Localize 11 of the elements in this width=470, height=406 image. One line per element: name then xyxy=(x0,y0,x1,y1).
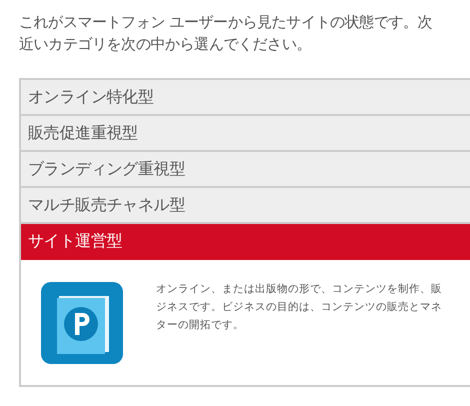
category-item[interactable]: ブランディング重視型 xyxy=(21,152,470,188)
intro-text: 近いカテゴリを次の中から選んでください。 xyxy=(19,34,312,55)
book-icon xyxy=(41,282,123,364)
category-item[interactable]: サイト運営型 xyxy=(21,224,470,260)
category-item[interactable]: マルチ販売チャネル型 xyxy=(21,188,470,224)
description-text: ジネスです。ビジネスの目的は、コンテンツの販売とマネ xyxy=(156,300,442,315)
description-text: オンライン、または出版物の形で、コンテンツを制作、販 xyxy=(156,282,442,297)
description-text: ターの開拓です。 xyxy=(156,318,244,333)
category-item[interactable]: オンライン特化型 xyxy=(21,80,470,116)
category-item[interactable]: 販売促進重視型 xyxy=(21,116,470,152)
intro-text: これがスマートフォン ユーザーから見たサイトの状態です。次 xyxy=(19,12,432,33)
